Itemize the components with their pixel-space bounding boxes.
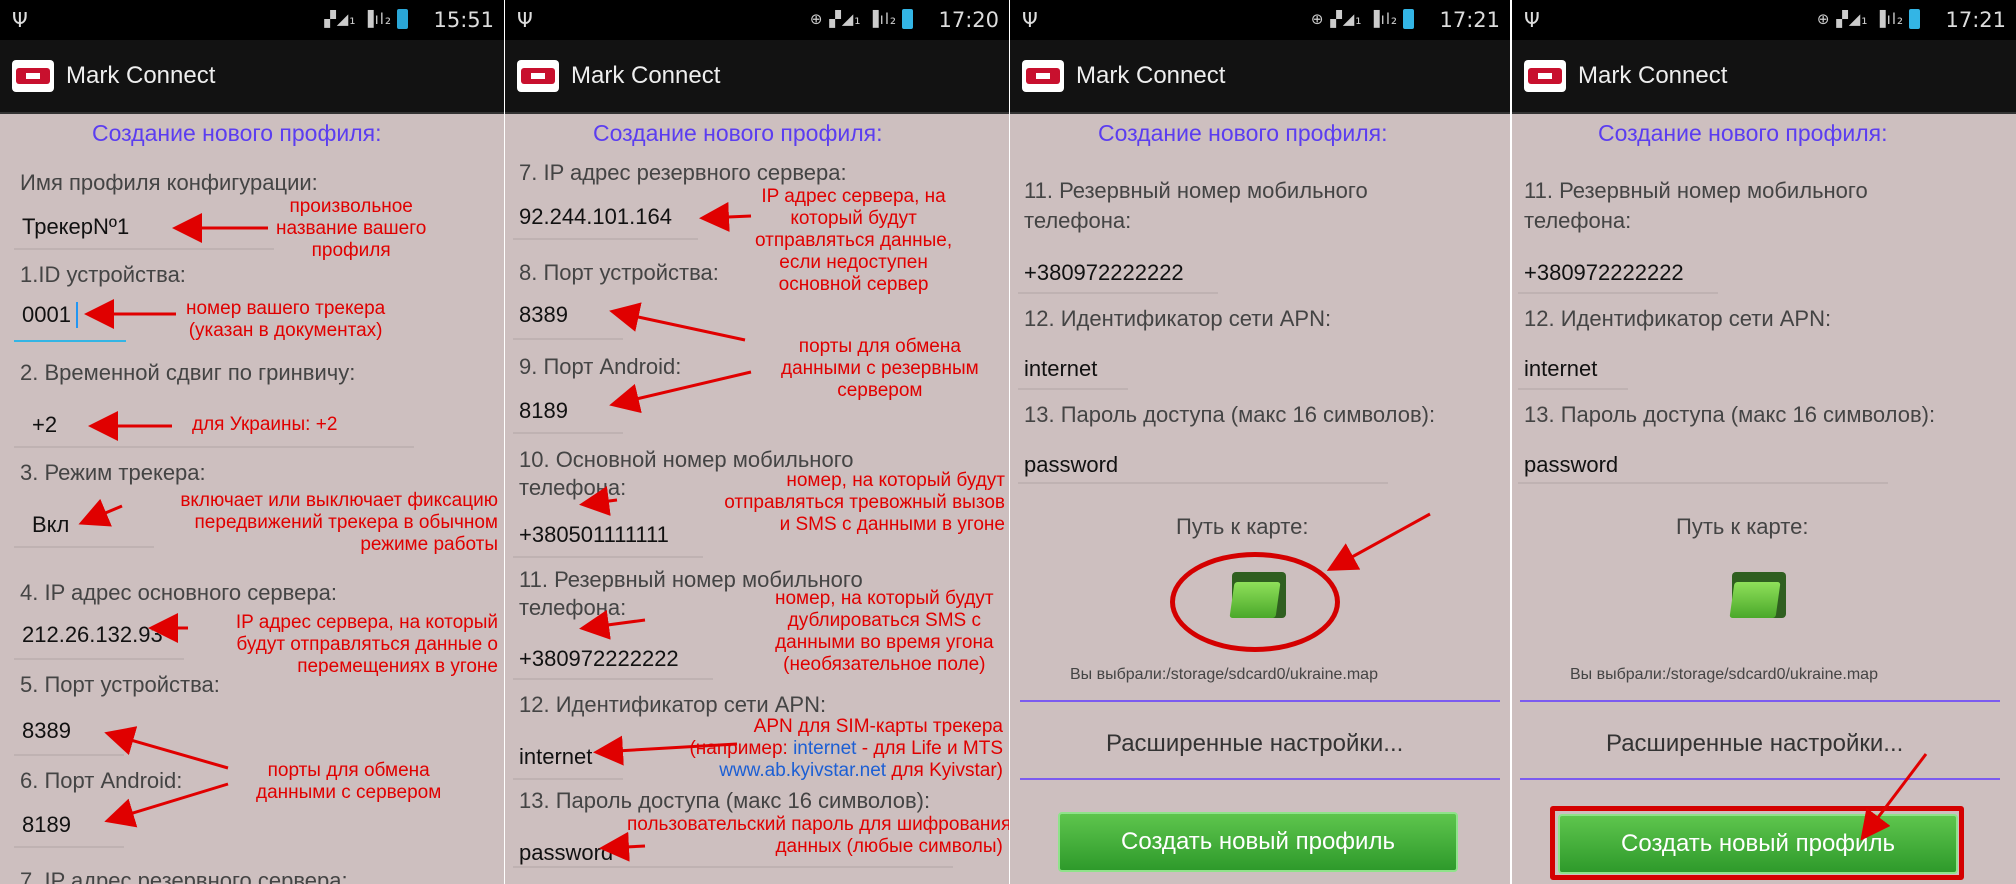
annotation-arrows xyxy=(579,201,752,862)
annotation-arrows xyxy=(1860,753,1928,841)
screen-4: Ψ ⊕ ▞◢₁ ▐ıl₂ 17:21 Mark Connect Создание… xyxy=(1512,0,2016,884)
annotation-arrows xyxy=(1326,512,1431,571)
screen-2: Ψ ⊕ ▞◢₁ ▐ıl₂ 17:20 Mark Connect Создание… xyxy=(505,0,1009,884)
annotation-arrows xyxy=(78,213,268,828)
screen-1: Ψ ▞◢₁ ▐ıl₂ 15:51 Mark Connect Создание н… xyxy=(0,0,504,884)
screen-3: Ψ ⊕ ▞◢₁ ▐ıl₂ 17:21 Mark Connect Создание… xyxy=(1010,0,1510,884)
